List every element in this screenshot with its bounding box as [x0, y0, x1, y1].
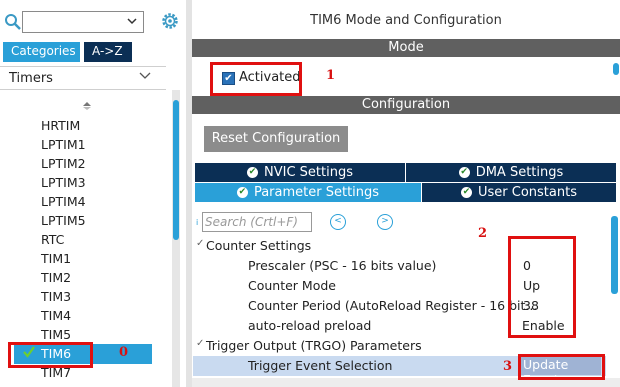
annotation-box-tim6 — [8, 342, 93, 368]
peripheral-item-tim2[interactable]: TIM2 — [41, 270, 161, 289]
param-label-trigger-event: Trigger Event Selection — [248, 358, 393, 373]
reset-configuration-button[interactable]: Reset Configuration — [204, 126, 348, 152]
annotation-number-3: 3 — [503, 359, 513, 374]
collapse-toggle-icon[interactable]: ✓ — [196, 238, 204, 257]
param-label-prescaler: Prescaler (PSC - 16 bits value) — [248, 258, 437, 273]
peripheral-item-hrtim[interactable]: HRTIM — [41, 118, 161, 137]
collapse-toggle-icon[interactable]: ✓ — [196, 338, 204, 357]
peripheral-item-tim3[interactable]: TIM3 — [41, 289, 161, 308]
annotation-box-activated — [210, 62, 302, 96]
peripheral-item-lptim1[interactable]: LPTIM1 — [41, 137, 161, 156]
peripheral-item-rtc[interactable]: RTC — [41, 232, 161, 251]
trgo-parameters-group[interactable]: Trigger Output (TRGO) Parameters — [206, 338, 422, 357]
search-icon[interactable] — [4, 13, 22, 31]
tab-a-to-z[interactable]: A->Z — [84, 42, 132, 62]
mode-scrollbar-thumb[interactable] — [613, 63, 619, 75]
gear-icon[interactable] — [160, 11, 180, 31]
param-label-counter-mode: Counter Mode — [248, 278, 336, 293]
parameter-search-input[interactable]: Search (Crtl+F) — [202, 212, 312, 232]
category-group-label: Timers — [9, 71, 53, 86]
peripheral-item-tim4[interactable]: TIM4 — [41, 308, 161, 327]
annotation-number-2: 2 — [478, 226, 488, 241]
annotation-box-values — [508, 236, 576, 338]
tab-user-constants[interactable]: ✔ User Constants — [422, 183, 616, 202]
chevron-down-icon[interactable] — [124, 14, 140, 30]
check-circle-icon: ✔ — [458, 167, 470, 178]
check-circle-icon: ✔ — [247, 167, 258, 178]
tab-parameter-settings[interactable]: ✔ Parameter Settings — [195, 183, 421, 202]
left-scrollbar-thumb[interactable] — [173, 100, 179, 240]
check-circle-icon: ✔ — [461, 187, 472, 198]
chevron-down-icon[interactable] — [138, 69, 152, 83]
tab-label: User Constants — [478, 185, 577, 200]
sort-icon[interactable] — [82, 101, 92, 111]
tab-label: NVIC Settings — [264, 165, 353, 180]
mode-section-header[interactable]: Mode — [192, 39, 620, 57]
tab-categories[interactable]: Categories — [3, 42, 80, 62]
right-scrollbar-thumb[interactable] — [611, 216, 618, 294]
tab-label: DMA Settings — [475, 165, 564, 180]
param-label-counter-period: Counter Period (AutoReload Register - 16… — [248, 298, 538, 313]
tab-label: Parameter Settings — [253, 185, 380, 200]
tab-nvic-settings[interactable]: ✔ NVIC Settings — [195, 163, 405, 182]
annotation-box-update-event — [518, 354, 605, 380]
peripheral-item-lptim5[interactable]: LPTIM5 — [41, 213, 161, 232]
tab-dma-settings[interactable]: ✔ DMA Settings — [406, 163, 616, 182]
next-match-button[interactable]: > — [377, 214, 393, 230]
param-label-auto-reload: auto-reload preload — [248, 318, 372, 333]
configuration-section-header[interactable]: Configuration — [192, 96, 620, 114]
peripheral-item-tim1[interactable]: TIM1 — [41, 251, 161, 270]
check-circle-icon: ✔ — [236, 187, 248, 198]
peripheral-item-lptim4[interactable]: LPTIM4 — [41, 194, 161, 213]
page-title: TIM6 Mode and Configuration — [310, 13, 502, 28]
annotation-number-0: 0 — [119, 345, 129, 360]
peripheral-item-lptim3[interactable]: LPTIM3 — [41, 175, 161, 194]
annotation-number-1: 1 — [326, 68, 336, 83]
counter-settings-group[interactable]: Counter Settings — [206, 238, 311, 257]
peripheral-item-lptim2[interactable]: LPTIM2 — [41, 156, 161, 175]
previous-match-button[interactable]: < — [330, 214, 346, 230]
